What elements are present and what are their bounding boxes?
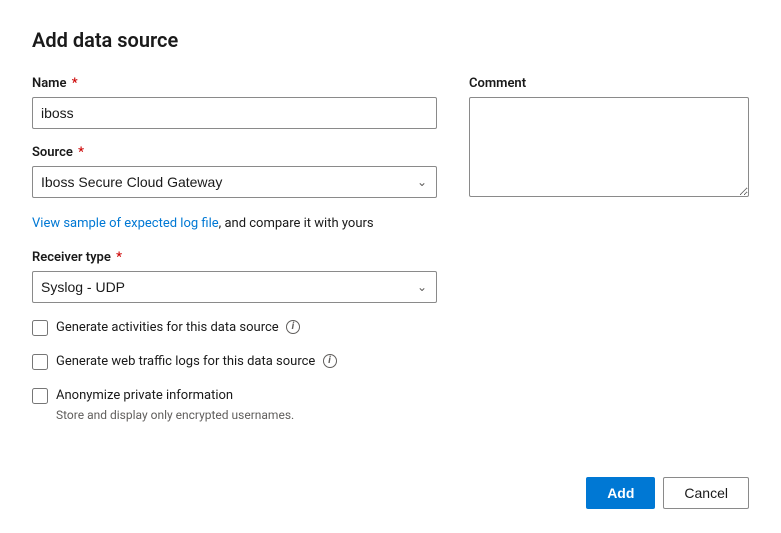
receiver-field-group: Receiver type * Syslog - UDP Syslog - TC… — [32, 250, 437, 303]
receiver-select[interactable]: Syslog - UDP Syslog - TCP FTP — [32, 271, 437, 303]
generate-web-traffic-label: Generate web traffic logs for this data … — [56, 353, 337, 371]
right-column: Comment — [469, 76, 749, 440]
sample-link-container: View sample of expected log file, and co… — [32, 214, 437, 234]
receiver-label: Receiver type * — [32, 250, 437, 265]
receiver-required: * — [113, 250, 122, 265]
generate-activities-label: Generate activities for this data source… — [56, 319, 300, 337]
add-button[interactable]: Add — [586, 477, 655, 509]
anonymize-sublabel: Store and display only encrypted usernam… — [56, 407, 294, 424]
footer-buttons: Add Cancel — [586, 477, 749, 509]
comment-textarea[interactable] — [469, 97, 749, 197]
left-column: Name * Source * Iboss Secure Cloud Gatew… — [32, 76, 437, 440]
source-select[interactable]: Iboss Secure Cloud Gateway — [32, 166, 437, 198]
add-data-source-dialog: Add data source Name * Source * Iboss Se… — [0, 0, 781, 533]
name-required: * — [68, 76, 77, 91]
content-layout: Name * Source * Iboss Secure Cloud Gatew… — [32, 76, 749, 440]
dialog-title: Add data source — [32, 28, 749, 52]
receiver-select-wrapper: Syslog - UDP Syslog - TCP FTP ⌄ — [32, 271, 437, 303]
source-field-group: Source * Iboss Secure Cloud Gateway ⌄ — [32, 145, 437, 198]
checkbox3-group: Anonymize private information Store and … — [32, 387, 437, 424]
source-label: Source * — [32, 145, 437, 160]
name-label: Name * — [32, 76, 437, 91]
sample-link[interactable]: View sample of expected log file — [32, 216, 219, 231]
generate-activities-info-icon[interactable]: i — [286, 320, 300, 334]
anonymize-label: Anonymize private information Store and … — [56, 387, 294, 424]
generate-web-traffic-info-icon[interactable]: i — [323, 354, 337, 368]
name-field-group: Name * — [32, 76, 437, 129]
name-input[interactable] — [32, 97, 437, 129]
checkbox2-group: Generate web traffic logs for this data … — [32, 353, 437, 371]
source-select-wrapper: Iboss Secure Cloud Gateway ⌄ — [32, 166, 437, 198]
source-required: * — [75, 145, 84, 160]
generate-activities-checkbox[interactable] — [32, 320, 48, 336]
comment-label: Comment — [469, 76, 749, 91]
generate-web-traffic-checkbox[interactable] — [32, 354, 48, 370]
anonymize-checkbox[interactable] — [32, 388, 48, 404]
checkbox1-group: Generate activities for this data source… — [32, 319, 437, 337]
cancel-button[interactable]: Cancel — [663, 477, 749, 509]
